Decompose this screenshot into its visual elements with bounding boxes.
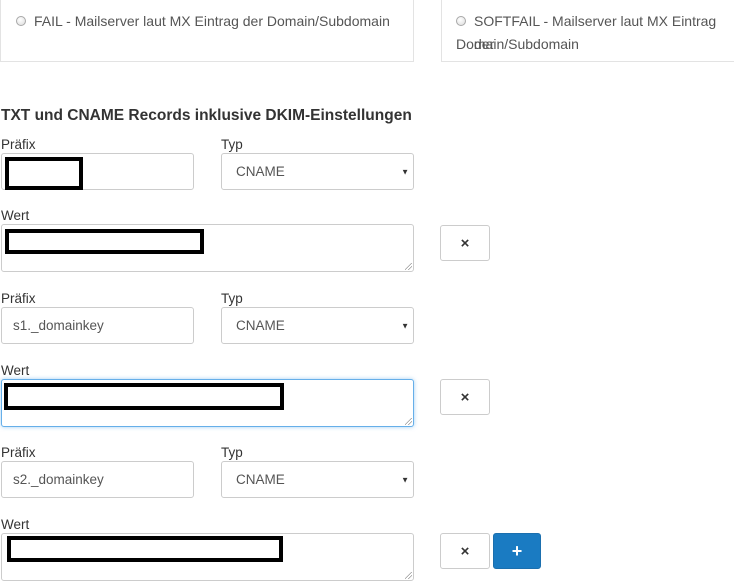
type-select[interactable]: CNAME ▼: [221, 153, 414, 190]
add-record-button[interactable]: +: [493, 533, 541, 569]
softfail-radio[interactable]: [456, 16, 466, 26]
redaction-box: [4, 383, 284, 410]
value-label: Wert: [1, 208, 30, 223]
prefix-label: Präfix: [1, 291, 36, 306]
remove-record-button[interactable]: ×: [440, 533, 490, 569]
caret-down-icon: ▼: [401, 167, 409, 176]
value-label: Wert: [1, 363, 30, 378]
remove-record-button[interactable]: ×: [440, 225, 490, 261]
close-icon: ×: [460, 234, 470, 252]
remove-record-button[interactable]: ×: [440, 379, 490, 415]
fail-radio[interactable]: [16, 16, 26, 26]
redaction-box: [5, 229, 204, 254]
plus-icon: +: [511, 540, 523, 561]
type-label: Typ: [221, 137, 243, 152]
value-label: Wert: [1, 517, 30, 532]
prefix-label: Präfix: [1, 445, 36, 460]
close-icon: ×: [460, 542, 470, 560]
caret-down-icon: ▼: [401, 321, 409, 330]
resize-grip-icon[interactable]: [405, 418, 412, 425]
spf-option-fail[interactable]: FAIL - Mailserver laut MX Eintrag der Do…: [16, 10, 390, 33]
redaction-box: [7, 536, 283, 562]
close-icon: ×: [460, 388, 470, 406]
softfail-label-continued: Domain/Subdomain: [456, 36, 579, 52]
caret-down-icon: ▼: [401, 475, 409, 484]
prefix-input[interactable]: s1._domainkey: [1, 307, 194, 344]
redaction-box: [5, 157, 83, 190]
section-title: TXT und CNAME Records inklusive DKIM-Ein…: [1, 107, 412, 124]
type-select[interactable]: CNAME ▼: [221, 307, 414, 344]
fail-label: FAIL - Mailserver laut MX Eintrag der Do…: [34, 13, 390, 29]
prefix-label: Präfix: [1, 137, 36, 152]
prefix-input[interactable]: s2._domainkey: [1, 461, 194, 498]
type-label: Typ: [221, 445, 243, 460]
type-select[interactable]: CNAME ▼: [221, 461, 414, 498]
resize-grip-icon[interactable]: [405, 263, 412, 270]
type-label: Typ: [221, 291, 243, 306]
